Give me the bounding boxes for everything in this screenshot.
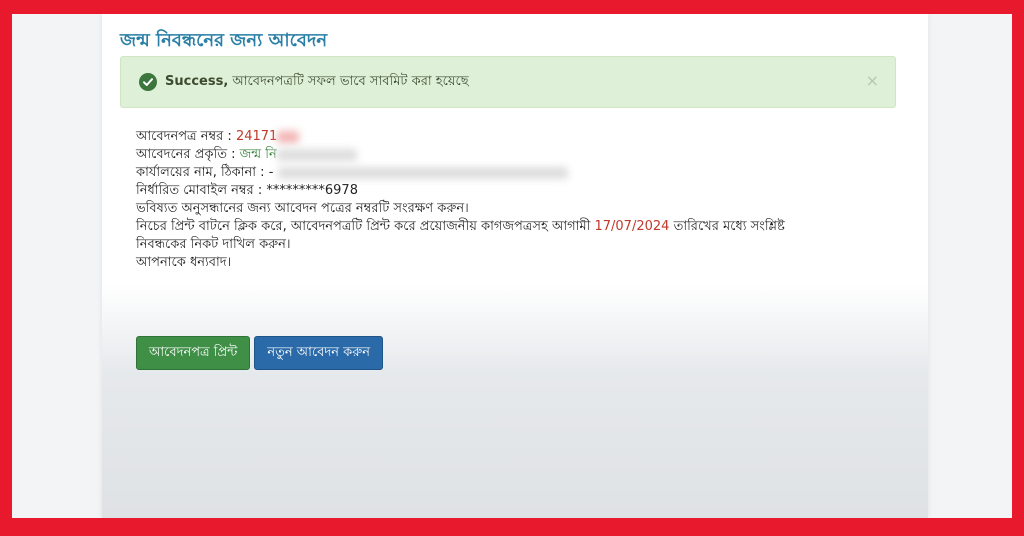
print-instruction: নিচের প্রিন্ট বাটনে ক্লিক করে, আবেদনপত্র… [136,218,896,236]
print-application-button[interactable]: আবেদনপত্র প্রিন্ট [136,336,251,370]
page-title: জন্ম নিবন্ধনের জন্য আবেদন [120,30,328,51]
office-label: কার্যালয়ের নাম, ঠিকানা : [136,165,265,180]
submit-instruction: নিবন্ধকের নিকট দাখিল করুন। [136,237,291,252]
mobile-row: নির্ধারিত মোবাইল নম্বর : *********6978 [136,182,896,200]
application-type-value: জন্ম নি [239,147,277,162]
content-panel: জন্ম নিবন্ধনের জন্য আবেদন Success, আবেদন… [102,14,928,518]
screenshot-frame: জন্ম নিবন্ধনের জন্য আবেদন Success, আবেদন… [12,14,1012,518]
alert-message-text: আবেদনপত্রটি সফল ভাবে সাবমিট করা হয়েছে [228,73,469,89]
alert-status-word: Success, [165,73,229,89]
application-type-row: আবেদনের প্রকৃতি : জন্ম নি [136,146,896,164]
redacted-block [277,130,300,143]
office-value: - [268,165,274,180]
redacted-block [277,166,568,179]
application-type-label: আবেদনের প্রকৃতি : [136,147,236,162]
application-info: আবেদনপত্র নম্বর : 24171 আবেদনের প্রকৃতি … [136,128,896,272]
mobile-label: নির্ধারিত মোবাইল নম্বর : [136,183,263,198]
deadline-date: 17/07/2024 [594,219,670,234]
print-instruction-end: তারিখের মধ্যে সংশ্লিষ্ট [673,219,785,234]
thanks-note: আপনাকে ধন্যবাদ। [136,255,232,270]
mobile-value: *********6978 [266,183,358,198]
success-alert: Success, আবেদনপত্রটি সফল ভাবে সাবমিট করা… [120,56,896,108]
check-circle-icon [139,73,157,91]
print-instruction-text: নিচের প্রিন্ট বাটনে ক্লিক করে, আবেদনপত্র… [136,219,591,234]
action-buttons: আবেদনপত্র প্রিন্ট নতুন আবেদন করুন [136,336,383,370]
save-note: ভবিষ্যত অনুসন্ধানের জন্য আবেদন পত্রের নম… [136,201,469,216]
new-application-button[interactable]: নতুন আবেদন করুন [254,336,383,370]
application-number-value: 24171 [235,129,278,144]
alert-message: Success, আবেদনপত্রটি সফল ভাবে সাবমিট করা… [165,72,469,93]
office-row: কার্যালয়ের নাম, ঠিকানা : - [136,164,896,182]
application-number-row: আবেদনপত্র নম্বর : 24171 [136,128,896,146]
application-number-label: আবেদনপত্র নম্বর : [136,129,232,144]
redacted-block [276,148,357,161]
close-icon[interactable]: × [866,71,879,90]
